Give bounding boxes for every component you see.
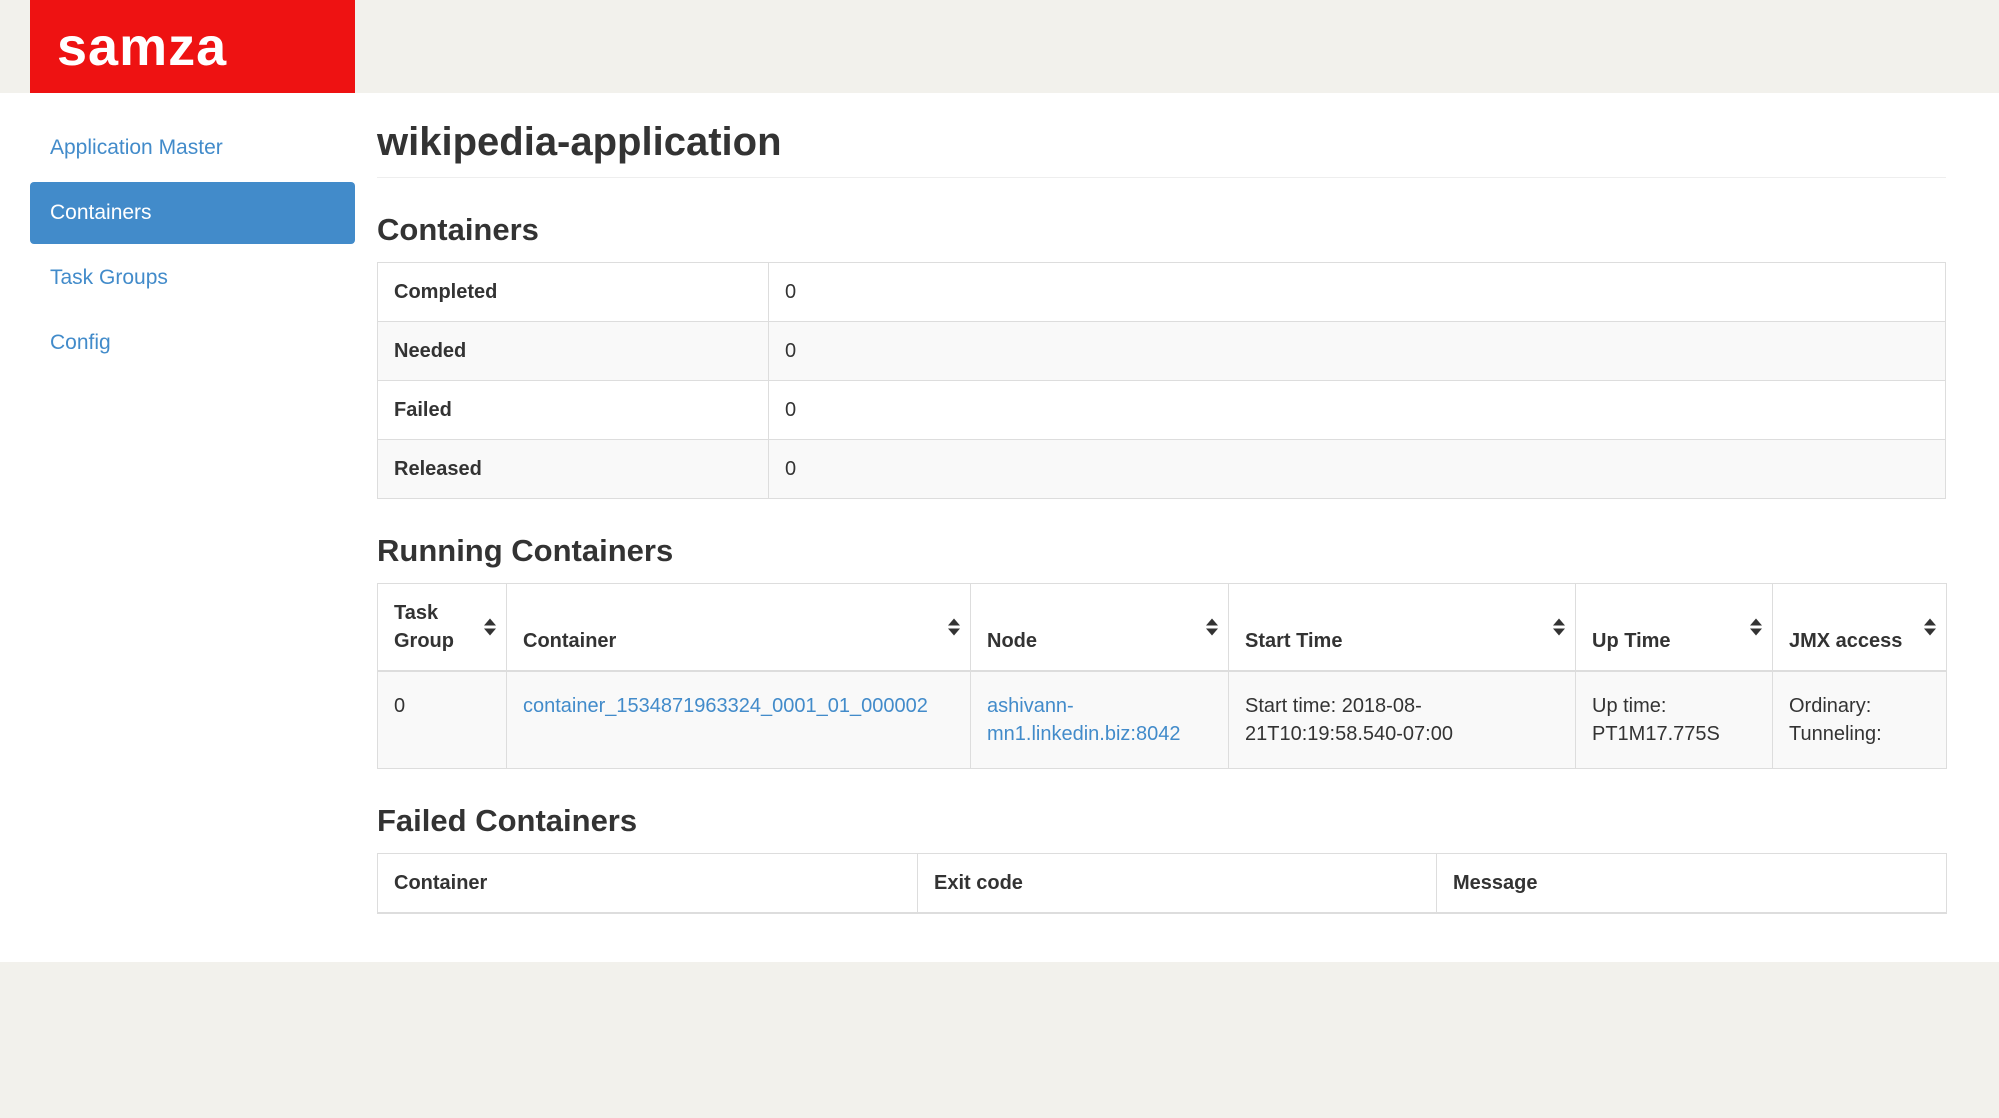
column-header-label: Container: [523, 630, 616, 652]
failed-column-header-message: Message: [1437, 854, 1947, 914]
node-link[interactable]: ashivann-mn1.linkedin.biz:8042: [987, 695, 1180, 745]
failed-column-header-exit-code: Exit code: [918, 854, 1437, 914]
running-container-cell: container_1534871963324_0001_01_000002: [507, 671, 971, 769]
sort-icon: [1924, 619, 1936, 636]
sidebar-item-config[interactable]: Config: [30, 312, 355, 374]
table-row: Completed 0: [378, 263, 1946, 322]
containers-section: Containers Completed 0 Needed 0 Failed: [377, 214, 1946, 499]
running-containers-section: Running Containers Task Group Container: [377, 535, 1946, 769]
column-header-label: Task Group: [394, 602, 454, 652]
column-header-task-group[interactable]: Task Group: [378, 584, 507, 672]
stat-label-completed: Completed: [378, 263, 769, 322]
table-row: Released 0: [378, 440, 1946, 499]
sort-icon: [1553, 619, 1565, 636]
stat-label-needed: Needed: [378, 322, 769, 381]
stat-value-needed: 0: [769, 322, 1946, 381]
sidebar: Application Master Containers Task Group…: [30, 93, 355, 962]
sort-icon: [948, 619, 960, 636]
column-header-label: Start Time: [1245, 630, 1342, 652]
running-node-cell: ashivann-mn1.linkedin.biz:8042: [971, 671, 1229, 769]
containers-stats-table: Completed 0 Needed 0 Failed 0 Released: [377, 262, 1946, 499]
containers-heading: Containers: [377, 214, 1946, 246]
page-footer: [0, 962, 1999, 1118]
failed-containers-section: Failed Containers Container Exit code Me…: [377, 805, 1946, 914]
sort-icon: [1750, 619, 1762, 636]
running-start-time-cell: Start time: 2018-08-21T10:19:58.540-07:0…: [1229, 671, 1576, 769]
column-header-node[interactable]: Node: [971, 584, 1229, 672]
running-task-group-cell: 0: [378, 671, 507, 769]
container-link[interactable]: container_1534871963324_0001_01_000002: [523, 695, 928, 717]
failed-containers-table: Container Exit code Message: [377, 853, 1947, 914]
stat-label-failed: Failed: [378, 381, 769, 440]
sort-icon: [1206, 619, 1218, 636]
column-header-start-time[interactable]: Start Time: [1229, 584, 1576, 672]
stat-value-failed: 0: [769, 381, 1946, 440]
stat-value-released: 0: [769, 440, 1946, 499]
column-header-container[interactable]: Container: [507, 584, 971, 672]
stat-label-released: Released: [378, 440, 769, 499]
running-containers-heading: Running Containers: [377, 535, 1946, 567]
column-header-up-time[interactable]: Up Time: [1576, 584, 1773, 672]
content-area: Application Master Containers Task Group…: [0, 93, 1999, 962]
running-up-time-cell: Up time: PT1M17.775S: [1576, 671, 1773, 769]
running-jmx-access-cell: Ordinary: Tunneling:: [1773, 671, 1947, 769]
failed-column-header-container: Container: [378, 854, 918, 914]
sidebar-item-application-master[interactable]: Application Master: [30, 117, 355, 179]
top-bar: samza: [0, 0, 1999, 93]
column-header-jmx-access[interactable]: JMX access: [1773, 584, 1947, 672]
column-header-label: JMX access: [1789, 630, 1902, 652]
main-content: wikipedia-application Containers Complet…: [377, 93, 1946, 962]
samza-logo[interactable]: samza: [30, 0, 355, 93]
table-header-row: Task Group Container Node: [378, 584, 1947, 672]
table-row: 0 container_1534871963324_0001_01_000002…: [378, 671, 1947, 769]
column-header-label: Node: [987, 630, 1037, 652]
page: samza Application Master Containers Task…: [0, 0, 1999, 1118]
page-title: wikipedia-application: [377, 121, 1946, 178]
table-header-row: Container Exit code Message: [378, 854, 1947, 914]
table-row: Needed 0: [378, 322, 1946, 381]
column-header-label: Up Time: [1592, 630, 1671, 652]
failed-containers-heading: Failed Containers: [377, 805, 1946, 837]
samza-logo-text: samza: [57, 20, 227, 74]
table-row: Failed 0: [378, 381, 1946, 440]
sidebar-item-containers[interactable]: Containers: [30, 182, 355, 244]
sidebar-item-task-groups[interactable]: Task Groups: [30, 247, 355, 309]
stat-value-completed: 0: [769, 263, 1946, 322]
sort-icon: [484, 619, 496, 636]
running-containers-table: Task Group Container Node: [377, 583, 1947, 769]
